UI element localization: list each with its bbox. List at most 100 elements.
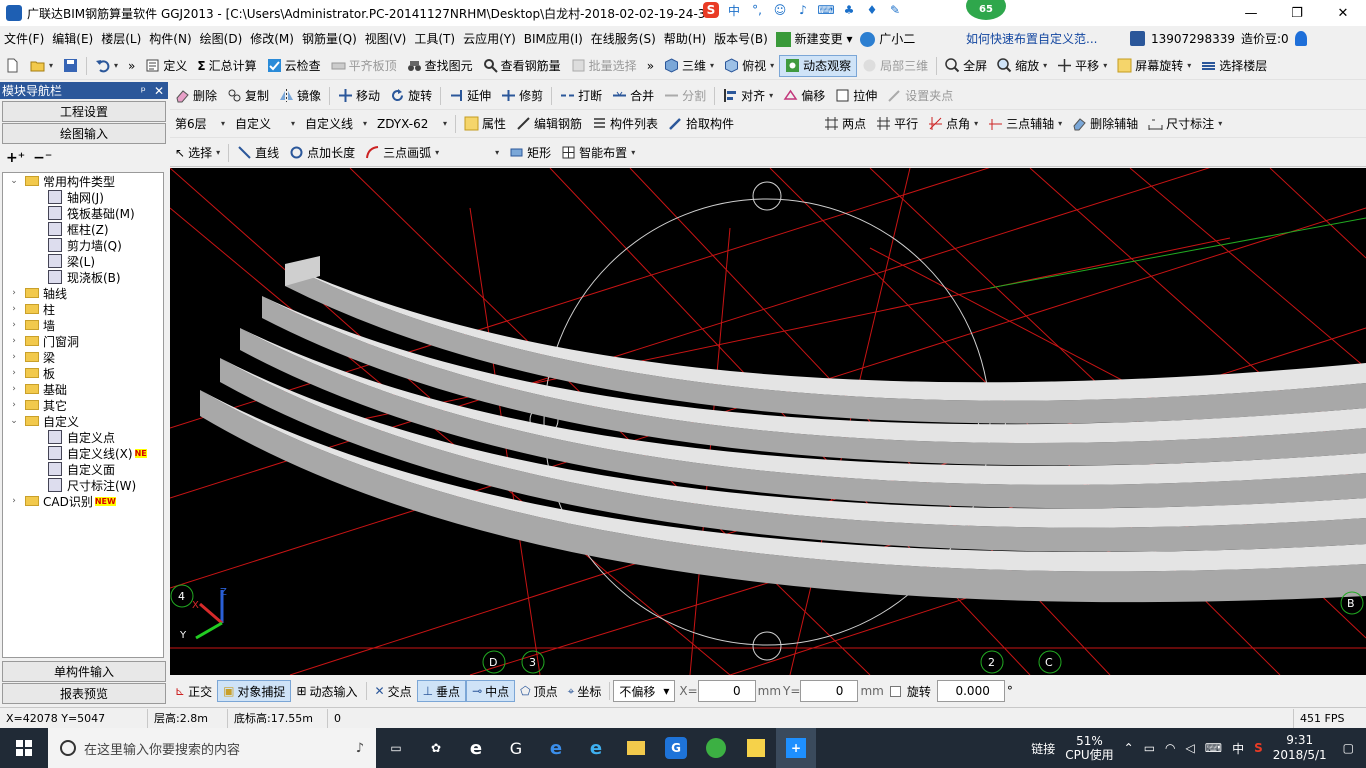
- punct-icon[interactable]: °,: [749, 2, 765, 18]
- copy-button[interactable]: 复制: [222, 85, 274, 107]
- maximize-button[interactable]: ❐: [1274, 0, 1320, 26]
- extend-button[interactable]: 延伸: [444, 85, 496, 107]
- break-button[interactable]: 打断: [555, 85, 607, 107]
- orbit-handle-top[interactable]: [752, 181, 782, 211]
- top-view-button[interactable]: 俯视 ▾: [719, 55, 779, 77]
- tree-item[interactable]: 自定义线(X) NE: [3, 445, 163, 461]
- pick-button[interactable]: 拾取构件: [663, 113, 739, 135]
- open-button[interactable]: ▾: [25, 55, 58, 77]
- skin-icon[interactable]: ♣: [841, 2, 857, 18]
- three-d-button[interactable]: 三维 ▾: [659, 55, 719, 77]
- menu-online[interactable]: 在线服务(S): [587, 30, 660, 47]
- point-length-button[interactable]: 点加长度: [284, 142, 360, 164]
- rotate-input[interactable]: 0.000: [936, 680, 1005, 702]
- help-link[interactable]: 如何快速布置自定义范...: [966, 30, 1097, 47]
- minimize-button[interactable]: —: [1228, 0, 1274, 26]
- edit-rebar-button[interactable]: 编辑钢筋: [511, 113, 587, 135]
- tree-item[interactable]: › 墙: [3, 317, 163, 333]
- sogou-icon[interactable]: S: [703, 2, 719, 18]
- more-button-2[interactable]: »: [642, 55, 659, 77]
- expander-icon[interactable]: ›: [9, 304, 19, 314]
- menu-draw[interactable]: 绘图(D): [196, 30, 247, 47]
- tree-item[interactable]: 剪力墙(Q): [3, 237, 163, 253]
- view-rebar-button[interactable]: 查看钢筋量: [478, 55, 566, 77]
- trim-button[interactable]: 修剪: [496, 85, 548, 107]
- dimension-button[interactable]: 尺寸标注 ▾: [1143, 113, 1227, 135]
- tree-item[interactable]: › 门窗洞: [3, 333, 163, 349]
- taskbar-app-g[interactable]: G: [496, 728, 536, 768]
- y-input[interactable]: 0: [800, 680, 859, 702]
- midpoint-toggle[interactable]: ⊸ 中点: [466, 680, 516, 702]
- pan-button[interactable]: 平移 ▾: [1052, 55, 1112, 77]
- user-phone[interactable]: 13907298339: [1151, 32, 1235, 46]
- arc-button[interactable]: 三点画弧 ▾: [360, 142, 444, 164]
- taskbar-app-active[interactable]: +: [776, 728, 816, 768]
- delete-button[interactable]: 删除: [170, 85, 222, 107]
- taskbar-app-glodon[interactable]: G: [656, 728, 696, 768]
- tray-expand-icon[interactable]: ⌃: [1124, 741, 1134, 755]
- expander-icon[interactable]: ›: [9, 368, 19, 378]
- collapse-all-icon[interactable]: −⁻: [33, 150, 52, 166]
- tree-item[interactable]: 框柱(Z): [3, 221, 163, 237]
- floor-select[interactable]: 第6层 ▾: [170, 113, 230, 135]
- point-angle-button[interactable]: 点角 ▾: [923, 113, 983, 135]
- sogou-tray-icon[interactable]: S: [1254, 741, 1263, 755]
- mic-icon[interactable]: ♪: [795, 2, 811, 18]
- align-button[interactable]: 对齐 ▾: [718, 85, 778, 107]
- subtype-select[interactable]: 自定义线 ▾: [300, 113, 372, 135]
- menu-tools[interactable]: 工具(T): [410, 30, 459, 47]
- component-list-button[interactable]: 构件列表: [587, 113, 663, 135]
- close-button[interactable]: ✕: [1320, 0, 1366, 26]
- clock[interactable]: 9:31 2018/5/1: [1273, 733, 1327, 763]
- rotate-checkbox[interactable]: [889, 685, 901, 697]
- offset-button[interactable]: 偏移: [778, 85, 830, 107]
- tree-item[interactable]: › 柱: [3, 301, 163, 317]
- expander-icon[interactable]: ⌄: [9, 176, 19, 186]
- axis-label-3[interactable]: 3: [521, 650, 545, 674]
- split-button[interactable]: 分割: [659, 85, 711, 107]
- perpendicular-toggle[interactable]: ⊥ 垂点: [416, 680, 467, 702]
- local-3d-button[interactable]: 局部三维: [857, 55, 933, 77]
- coordinate-toggle[interactable]: ⌖ 坐标: [563, 680, 607, 702]
- offset-mode-select[interactable]: 不偏移 ▾: [613, 680, 676, 702]
- three-axis-button[interactable]: 三点辅轴 ▾: [983, 113, 1067, 135]
- axis-label-C[interactable]: C: [1038, 650, 1062, 674]
- notification-center-icon[interactable]: ▢: [1343, 741, 1354, 755]
- menu-component[interactable]: 构件(N): [145, 30, 195, 47]
- zoom-button[interactable]: 缩放 ▾: [992, 55, 1052, 77]
- task-view-button[interactable]: ▭: [376, 728, 416, 768]
- mirror-button[interactable]: 镜像: [274, 85, 326, 107]
- taskbar-search[interactable]: 在这里输入你要搜索的内容 ♪: [48, 728, 376, 768]
- expander-icon[interactable]: ›: [9, 384, 19, 394]
- menu-edit[interactable]: 编辑(E): [48, 30, 97, 47]
- ime-toolbar[interactable]: S 中 °, ☺ ♪ ⌨ ♣ ♦ ✎: [703, 2, 903, 18]
- expand-all-icon[interactable]: +⁺: [6, 150, 25, 166]
- define-button[interactable]: 定义: [140, 55, 192, 77]
- menu-view[interactable]: 视图(V): [361, 30, 411, 47]
- expander-icon[interactable]: ›: [9, 496, 19, 506]
- axis-label-2[interactable]: 2: [980, 650, 1004, 674]
- taskbar-app-ie[interactable]: e: [576, 728, 616, 768]
- parallel-button[interactable]: 平行: [871, 113, 923, 135]
- tree-item[interactable]: 筏板基础(M): [3, 205, 163, 221]
- fullscreen-button[interactable]: 全屏: [940, 55, 992, 77]
- report-preview-button[interactable]: 报表预览: [2, 683, 166, 704]
- tree-item[interactable]: ⌄ 常用构件类型: [3, 173, 163, 189]
- taskbar-app-fan[interactable]: ✿: [416, 728, 456, 768]
- ime-indicator[interactable]: 中: [1232, 740, 1244, 757]
- start-button[interactable]: [0, 728, 48, 768]
- taskbar-app-edge[interactable]: e: [456, 728, 496, 768]
- bell-icon[interactable]: [1294, 31, 1307, 46]
- tree-item[interactable]: › 轴线: [3, 285, 163, 301]
- flat-top-button[interactable]: 平齐板顶: [326, 55, 402, 77]
- set-point-button[interactable]: 设置夹点: [882, 85, 958, 107]
- tree-item[interactable]: 轴网(J): [3, 189, 163, 205]
- new-file-button[interactable]: [0, 55, 25, 77]
- battery-icon[interactable]: ▭: [1144, 741, 1155, 755]
- emoji-icon[interactable]: ☺: [772, 2, 788, 18]
- keyboard-icon[interactable]: ⌨: [817, 2, 834, 18]
- project-settings-button[interactable]: 工程设置: [2, 101, 166, 122]
- merge-button[interactable]: 合并: [607, 85, 659, 107]
- expander-icon[interactable]: ⌄: [9, 416, 19, 426]
- taskbar-app-explorer[interactable]: [616, 728, 656, 768]
